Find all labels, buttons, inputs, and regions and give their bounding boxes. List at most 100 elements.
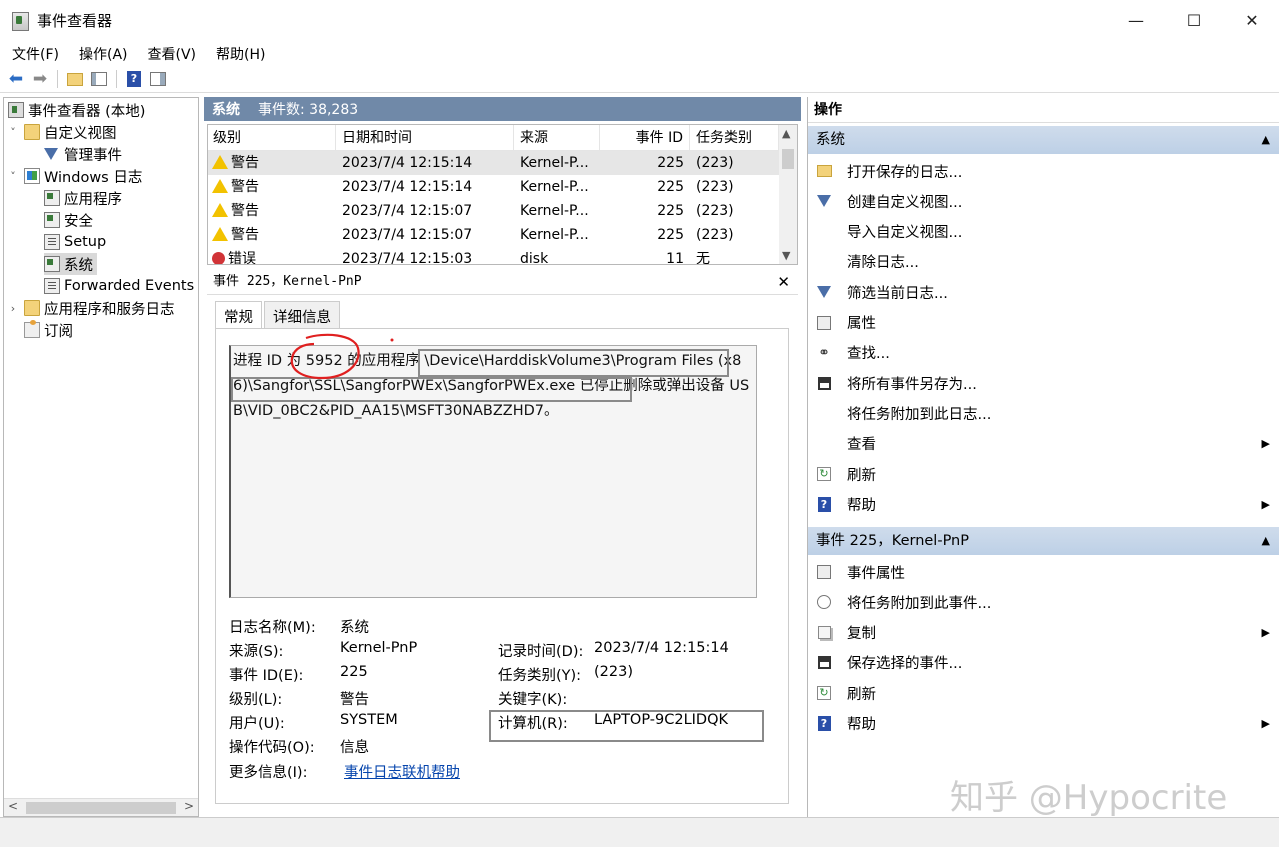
tree-system-log[interactable]: 系统 xyxy=(44,253,97,275)
action-item[interactable]: 保存选择的事件... xyxy=(808,648,1279,678)
tree-label: 安全 xyxy=(64,213,93,230)
scroll-left-icon[interactable]: < xyxy=(8,799,18,813)
vertical-scrollbar[interactable]: ▲ ▼ xyxy=(779,125,797,264)
cell-text: 2023/7/4 12:15:07 xyxy=(342,227,473,243)
refresh-icon: ↻ xyxy=(816,466,832,482)
action-item[interactable]: ? 帮助 ▶ xyxy=(808,709,1279,739)
menu-view[interactable]: 查看(V) xyxy=(136,40,205,66)
tree-setup-log[interactable]: Setup xyxy=(44,231,106,253)
back-arrow-icon[interactable]: ⬅ xyxy=(6,69,26,89)
tree-apps-services-logs[interactable]: › 应用程序和服务日志 xyxy=(6,297,175,319)
menu-action[interactable]: 操作(A) xyxy=(67,40,136,66)
tree-application-log[interactable]: 应用程序 xyxy=(44,187,122,209)
scroll-thumb[interactable] xyxy=(26,802,176,814)
col-datetime[interactable]: 日期和时间 xyxy=(336,125,514,151)
table-row[interactable]: 警告 2023/7/4 12:15:14 Kernel-P... 225 (223) xyxy=(208,175,779,199)
level-label: 级别(L): xyxy=(229,692,283,708)
error-icon xyxy=(212,252,225,264)
tree-label: 订阅 xyxy=(44,323,73,340)
col-task-category[interactable]: 任务类别 xyxy=(690,125,779,151)
menu-file[interactable]: 文件(F) xyxy=(0,40,67,66)
table-row[interactable]: 错误 2023/7/4 12:15:03 disk 11 无 xyxy=(208,247,779,265)
close-icon[interactable]: ✕ xyxy=(777,269,790,295)
tree-security-log[interactable]: 安全 xyxy=(44,209,93,231)
user-value: SYSTEM xyxy=(340,712,398,728)
action-item[interactable]: ↻ 刷新 xyxy=(808,678,1279,708)
action-label: 复制 xyxy=(847,626,876,643)
scroll-right-icon[interactable]: > xyxy=(184,799,194,813)
logged-value: 2023/7/4 12:15:14 xyxy=(594,640,729,656)
col-source[interactable]: 来源 xyxy=(514,125,600,151)
menu-help[interactable]: 帮助(H) xyxy=(204,40,273,66)
chevron-right-icon[interactable]: › xyxy=(6,302,20,315)
chevron-down-icon[interactable]: ˅ xyxy=(6,170,20,183)
cell-text: 2023/7/4 12:15:14 xyxy=(342,179,473,195)
maximize-button[interactable]: ☐ xyxy=(1165,0,1223,40)
cell-source: disk xyxy=(520,247,600,265)
scroll-up-icon[interactable]: ▲ xyxy=(782,127,790,140)
chevron-down-icon[interactable]: ˅ xyxy=(6,126,20,139)
tree-windows-logs[interactable]: ˅ Windows 日志 xyxy=(6,165,142,187)
tree-forwarded-events[interactable]: Forwarded Events xyxy=(44,275,194,297)
cell-text: 警告 xyxy=(231,203,259,219)
actions-pane: 操作 系统 ▲ 打开保存的日志... 创建自定义视图... 导入自定义视图... 清除… xyxy=(807,97,1279,817)
tree-admin-events[interactable]: 管理事件 xyxy=(44,143,122,165)
action-item[interactable]: ↻ 刷新 xyxy=(808,459,1279,489)
action-pane-icon[interactable] xyxy=(148,69,168,89)
online-help-link[interactable]: 事件日志联机帮助 xyxy=(344,761,460,782)
cell-text: (223) xyxy=(696,203,734,219)
col-level[interactable]: 级别 xyxy=(208,125,336,151)
action-item[interactable]: 导入自定义视图... xyxy=(808,217,1279,247)
action-item[interactable]: 打开保存的日志... xyxy=(808,156,1279,186)
table-row[interactable]: 警告 2023/7/4 12:15:14 Kernel-P... 225 (223) xyxy=(208,151,779,175)
filter-icon xyxy=(816,284,832,300)
action-item[interactable]: 事件属性 xyxy=(808,557,1279,587)
toolbar-separator xyxy=(116,70,117,88)
tab-general[interactable]: 常规 xyxy=(215,301,262,329)
action-item[interactable]: 清除日志... xyxy=(808,247,1279,277)
action-item[interactable]: 复制 ▶ xyxy=(808,618,1279,648)
action-label: 筛选当前日志... xyxy=(847,285,948,302)
actions-section-event[interactable]: 事件 225，Kernel-PnP ▲ xyxy=(808,527,1279,555)
collapse-icon[interactable]: ▲ xyxy=(1262,126,1270,154)
action-label: 刷新 xyxy=(847,686,876,703)
action-item[interactable]: 筛选当前日志... xyxy=(808,277,1279,307)
status-bar xyxy=(0,817,1279,847)
show-hide-tree-icon[interactable] xyxy=(89,69,109,89)
action-item[interactable]: 创建自定义视图... xyxy=(808,186,1279,216)
forward-arrow-icon[interactable]: ➡ xyxy=(30,69,50,89)
horizontal-scrollbar[interactable]: < > xyxy=(4,798,198,816)
action-item[interactable]: 将任务附加到此日志... xyxy=(808,398,1279,428)
folder-up-icon[interactable] xyxy=(65,69,85,89)
event-id-value: 225 xyxy=(340,664,368,680)
scroll-thumb[interactable] xyxy=(782,149,794,169)
tree-subscriptions[interactable]: 订阅 xyxy=(24,319,73,341)
table-row[interactable]: 警告 2023/7/4 12:15:07 Kernel-P... 225 (223) xyxy=(208,223,779,247)
help-icon[interactable]: ? xyxy=(124,69,144,89)
action-item[interactable]: 属性 xyxy=(808,308,1279,338)
cell-datetime: 2023/7/4 12:15:03 xyxy=(342,247,512,264)
action-item[interactable]: ⚭ 查找... xyxy=(808,338,1279,368)
cell-event-id: 11 xyxy=(600,247,684,264)
col-event-id[interactable]: 事件 ID xyxy=(600,125,690,151)
cell-text: disk xyxy=(520,251,549,265)
navigation-tree: 事件查看器 (本地) ˅ 自定义视图 管理事件 ˅ Windows 日志 应用程… xyxy=(3,97,199,817)
cell-text: 225 xyxy=(657,203,684,219)
cell-text: (223) xyxy=(696,227,734,243)
minimize-button[interactable]: — xyxy=(1107,0,1165,40)
cell-datetime: 2023/7/4 12:15:14 xyxy=(342,175,512,199)
tree-root[interactable]: 事件查看器 (本地) xyxy=(8,99,145,121)
action-item[interactable]: 将任务附加到此事件... xyxy=(808,587,1279,617)
action-item[interactable]: 将所有事件另存为... xyxy=(808,368,1279,398)
action-item[interactable]: 查看 ▶ xyxy=(808,429,1279,459)
table-row[interactable]: 警告 2023/7/4 12:15:07 Kernel-P... 225 (223) xyxy=(208,199,779,223)
actions-section-system[interactable]: 系统 ▲ xyxy=(808,126,1279,154)
close-button[interactable]: ✕ xyxy=(1223,0,1279,40)
tree-custom-views[interactable]: ˅ 自定义视图 xyxy=(6,121,117,143)
collapse-icon[interactable]: ▲ xyxy=(1262,527,1270,555)
tab-details[interactable]: 详细信息 xyxy=(264,301,340,329)
annotation-box xyxy=(231,377,632,402)
scroll-down-icon[interactable]: ▼ xyxy=(782,249,790,262)
cell-text: Kernel-P... xyxy=(520,155,589,171)
action-item[interactable]: ? 帮助 ▶ xyxy=(808,489,1279,519)
